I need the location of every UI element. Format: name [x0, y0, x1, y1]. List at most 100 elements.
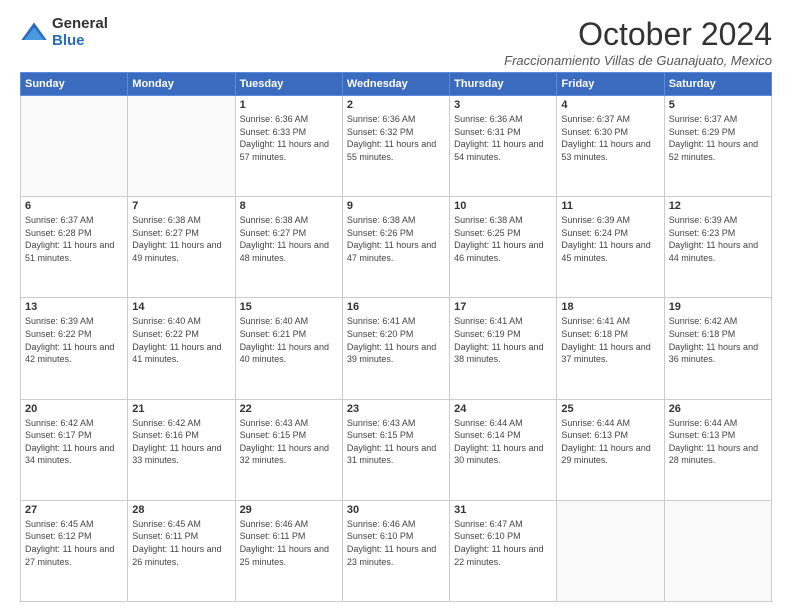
calendar-cell: 4 Sunrise: 6:37 AM Sunset: 6:30 PM Daylig… [557, 96, 664, 197]
logo-blue: Blue [52, 33, 108, 50]
day-number: 4 [561, 99, 659, 111]
calendar-cell: 22 Sunrise: 6:43 AM Sunset: 6:15 PM Dayli… [235, 399, 342, 500]
day-info: Sunrise: 6:36 AM Sunset: 6:31 PM Dayligh… [454, 113, 552, 163]
day-number: 6 [25, 200, 123, 212]
day-of-week-header: Sunday [21, 73, 128, 96]
calendar-cell: 11Sunrise: 6:39 AM Sunset: 6:24 PM Dayli… [557, 197, 664, 298]
day-of-week-header: Friday [557, 73, 664, 96]
calendar-cell: 30 Sunrise: 6:46 AM Sunset: 6:10 PM Dayli… [342, 500, 449, 601]
day-number: 25 [561, 403, 659, 415]
logo-general: General [52, 16, 108, 33]
calendar-cell: 24 Sunrise: 6:44 AM Sunset: 6:14 PM Dayli… [450, 399, 557, 500]
day-info: Sunrise: 6:47 AM Sunset: 6:10 PM Dayligh… [454, 518, 552, 568]
day-info: Sunrise: 6:46 AM Sunset: 6:10 PM Dayligh… [347, 518, 445, 568]
month-title: October 2024 [504, 16, 772, 53]
calendar-cell: 28Sunrise: 6:45 AM Sunset: 6:11 PM Dayli… [128, 500, 235, 601]
calendar-cell: 23 Sunrise: 6:43 AM Sunset: 6:15 PM Dayli… [342, 399, 449, 500]
calendar-week-row: 27Sunrise: 6:45 AM Sunset: 6:12 PM Dayli… [21, 500, 772, 601]
calendar-week-row: 1 Sunrise: 6:36 AM Sunset: 6:33 PM Daylig… [21, 96, 772, 197]
logo: General Blue [20, 16, 108, 49]
calendar-cell: 1 Sunrise: 6:36 AM Sunset: 6:33 PM Daylig… [235, 96, 342, 197]
calendar-cell: 7Sunrise: 6:38 AM Sunset: 6:27 PM Daylig… [128, 197, 235, 298]
calendar-week-row: 6 Sunrise: 6:37 AM Sunset: 6:28 PM Daylig… [21, 197, 772, 298]
day-info: Sunrise: 6:46 AM Sunset: 6:11 PM Dayligh… [240, 518, 338, 568]
title-block: October 2024 Fraccionamiento Villas de G… [504, 16, 772, 68]
day-number: 18 [561, 301, 659, 313]
calendar-cell: 25 Sunrise: 6:44 AM Sunset: 6:13 PM Dayli… [557, 399, 664, 500]
calendar-cell: 2 Sunrise: 6:36 AM Sunset: 6:32 PM Daylig… [342, 96, 449, 197]
day-number: 24 [454, 403, 552, 415]
day-number: 1 [240, 99, 338, 111]
calendar-cell: 17 Sunrise: 6:41 AM Sunset: 6:19 PM Dayli… [450, 298, 557, 399]
calendar-cell: 14 Sunrise: 6:40 AM Sunset: 6:22 PM Dayli… [128, 298, 235, 399]
day-number: 3 [454, 99, 552, 111]
day-info: Sunrise: 6:43 AM Sunset: 6:15 PM Dayligh… [347, 417, 445, 467]
day-number: 2 [347, 99, 445, 111]
logo-text: General Blue [52, 16, 108, 49]
day-info: Sunrise: 6:39 AM Sunset: 6:23 PM Dayligh… [669, 214, 767, 264]
calendar-cell: 20Sunrise: 6:42 AM Sunset: 6:17 PM Dayli… [21, 399, 128, 500]
day-number: 31 [454, 504, 552, 516]
day-number: 16 [347, 301, 445, 313]
day-info: Sunrise: 6:37 AM Sunset: 6:29 PM Dayligh… [669, 113, 767, 163]
day-number: 21 [132, 403, 230, 415]
day-info: Sunrise: 6:40 AM Sunset: 6:22 PM Dayligh… [132, 315, 230, 365]
day-info: Sunrise: 6:36 AM Sunset: 6:32 PM Dayligh… [347, 113, 445, 163]
calendar-cell: 18Sunrise: 6:41 AM Sunset: 6:18 PM Dayli… [557, 298, 664, 399]
logo-icon [20, 19, 48, 47]
location: Fraccionamiento Villas de Guanajuato, Me… [504, 53, 772, 68]
calendar-cell: 5 Sunrise: 6:37 AM Sunset: 6:29 PM Daylig… [664, 96, 771, 197]
day-of-week-header: Monday [128, 73, 235, 96]
calendar-week-row: 13 Sunrise: 6:39 AM Sunset: 6:22 PM Dayli… [21, 298, 772, 399]
day-number: 12 [669, 200, 767, 212]
day-of-week-header: Wednesday [342, 73, 449, 96]
calendar-cell: 6 Sunrise: 6:37 AM Sunset: 6:28 PM Daylig… [21, 197, 128, 298]
day-info: Sunrise: 6:42 AM Sunset: 6:16 PM Dayligh… [132, 417, 230, 467]
calendar-cell: 21 Sunrise: 6:42 AM Sunset: 6:16 PM Dayli… [128, 399, 235, 500]
day-number: 22 [240, 403, 338, 415]
calendar-cell: 13 Sunrise: 6:39 AM Sunset: 6:22 PM Dayli… [21, 298, 128, 399]
day-info: Sunrise: 6:44 AM Sunset: 6:14 PM Dayligh… [454, 417, 552, 467]
day-info: Sunrise: 6:38 AM Sunset: 6:27 PM Dayligh… [240, 214, 338, 264]
day-info: Sunrise: 6:37 AM Sunset: 6:30 PM Dayligh… [561, 113, 659, 163]
day-number: 13 [25, 301, 123, 313]
day-number: 27 [25, 504, 123, 516]
calendar-cell: 3 Sunrise: 6:36 AM Sunset: 6:31 PM Daylig… [450, 96, 557, 197]
day-number: 8 [240, 200, 338, 212]
day-info: Sunrise: 6:38 AM Sunset: 6:26 PM Dayligh… [347, 214, 445, 264]
day-info: Sunrise: 6:37 AM Sunset: 6:28 PM Dayligh… [25, 214, 123, 264]
day-number: 30 [347, 504, 445, 516]
day-info: Sunrise: 6:44 AM Sunset: 6:13 PM Dayligh… [561, 417, 659, 467]
calendar-cell: 19Sunrise: 6:42 AM Sunset: 6:18 PM Dayli… [664, 298, 771, 399]
page: General Blue October 2024 Fraccionamient… [0, 0, 792, 612]
day-number: 29 [240, 504, 338, 516]
calendar-cell [664, 500, 771, 601]
calendar-cell: 9 Sunrise: 6:38 AM Sunset: 6:26 PM Daylig… [342, 197, 449, 298]
day-info: Sunrise: 6:39 AM Sunset: 6:22 PM Dayligh… [25, 315, 123, 365]
day-number: 26 [669, 403, 767, 415]
day-number: 9 [347, 200, 445, 212]
day-number: 10 [454, 200, 552, 212]
day-info: Sunrise: 6:39 AM Sunset: 6:24 PM Dayligh… [561, 214, 659, 264]
calendar-cell: 26Sunrise: 6:44 AM Sunset: 6:13 PM Dayli… [664, 399, 771, 500]
calendar-cell: 31 Sunrise: 6:47 AM Sunset: 6:10 PM Dayli… [450, 500, 557, 601]
calendar-body: 1 Sunrise: 6:36 AM Sunset: 6:33 PM Daylig… [21, 96, 772, 602]
calendar-cell: 16Sunrise: 6:41 AM Sunset: 6:20 PM Dayli… [342, 298, 449, 399]
day-number: 5 [669, 99, 767, 111]
day-of-week-header: Saturday [664, 73, 771, 96]
day-number: 15 [240, 301, 338, 313]
day-number: 20 [25, 403, 123, 415]
day-info: Sunrise: 6:43 AM Sunset: 6:15 PM Dayligh… [240, 417, 338, 467]
calendar-cell [557, 500, 664, 601]
calendar-cell: 12 Sunrise: 6:39 AM Sunset: 6:23 PM Dayli… [664, 197, 771, 298]
day-number: 28 [132, 504, 230, 516]
day-number: 23 [347, 403, 445, 415]
day-number: 7 [132, 200, 230, 212]
day-info: Sunrise: 6:36 AM Sunset: 6:33 PM Dayligh… [240, 113, 338, 163]
calendar-cell: 10Sunrise: 6:38 AM Sunset: 6:25 PM Dayli… [450, 197, 557, 298]
day-number: 17 [454, 301, 552, 313]
day-info: Sunrise: 6:41 AM Sunset: 6:19 PM Dayligh… [454, 315, 552, 365]
calendar-cell: 8 Sunrise: 6:38 AM Sunset: 6:27 PM Daylig… [235, 197, 342, 298]
calendar-cell [21, 96, 128, 197]
day-number: 14 [132, 301, 230, 313]
